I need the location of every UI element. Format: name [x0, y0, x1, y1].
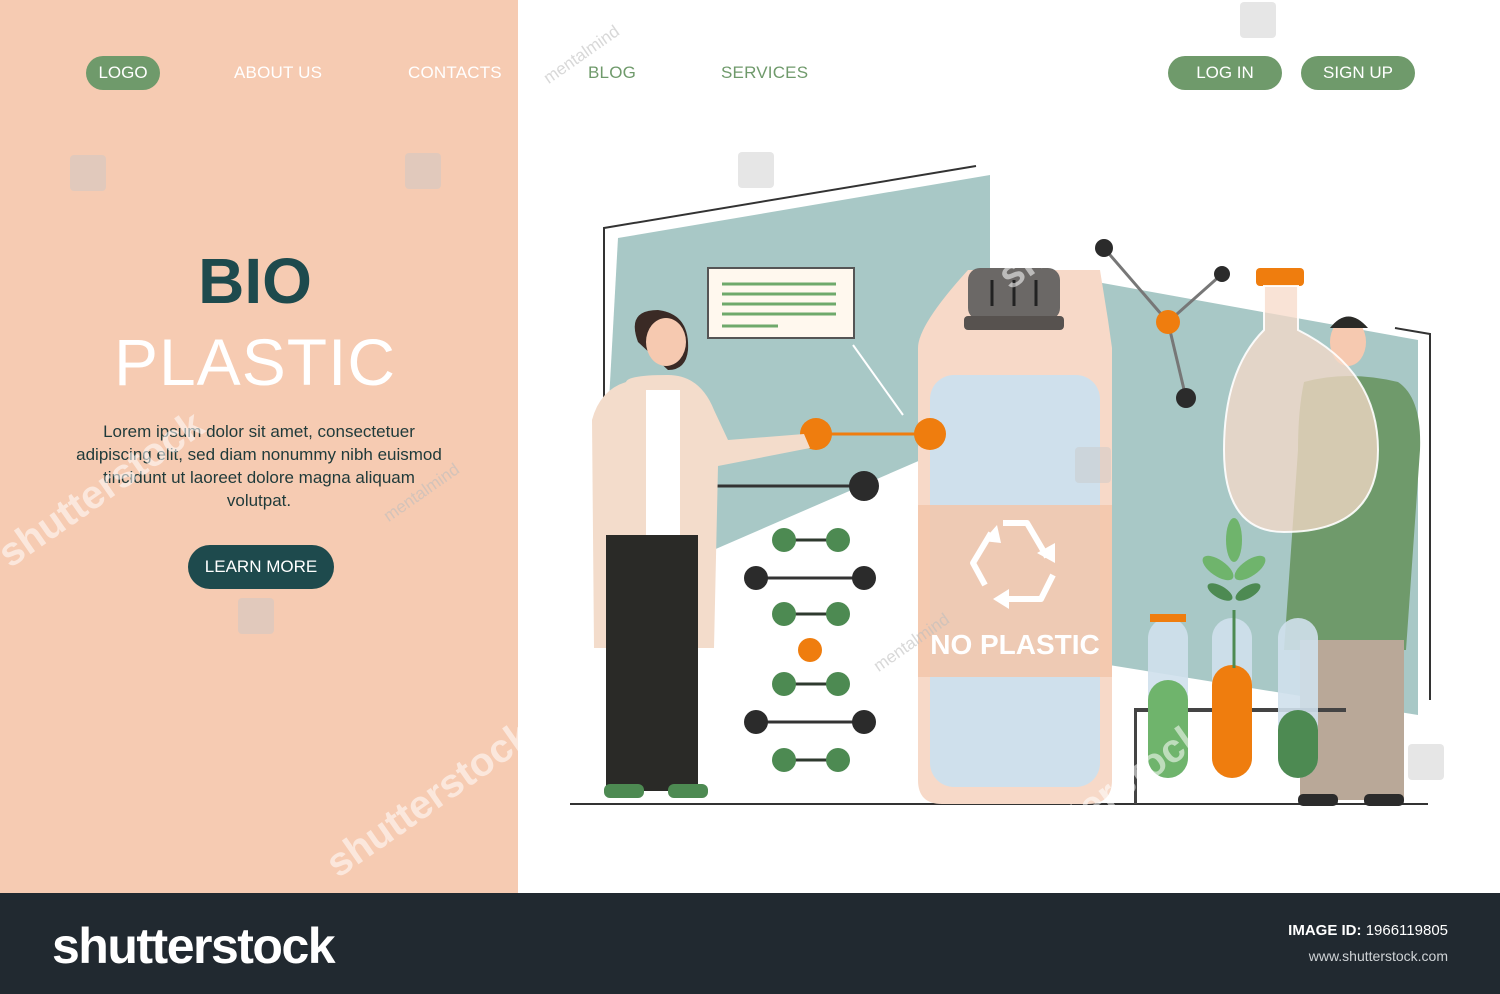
hero-title-plastic: PLASTIC — [113, 325, 397, 399]
bottle — [918, 268, 1112, 804]
watermark-icon — [1408, 744, 1444, 780]
footer-site-url[interactable]: www.shutterstock.com — [1309, 948, 1448, 964]
bioplastic-illustration: NO PLASTIC — [570, 165, 1431, 806]
watermark-icon — [1075, 447, 1111, 483]
signup-button[interactable]: SIGN UP — [1301, 56, 1415, 90]
footer-brand-logo: shutterstock — [52, 918, 336, 974]
nav-about-us[interactable]: ABOUT US — [234, 62, 322, 84]
footer-image-id: IMAGE ID: 1966119805 — [1288, 922, 1448, 939]
nav-contacts[interactable]: CONTACTS — [408, 62, 502, 84]
watermark-icon — [1240, 2, 1276, 38]
nav-blog[interactable]: BLOG — [588, 62, 636, 84]
watermark-icon — [238, 598, 274, 634]
watermark-icon — [70, 155, 106, 191]
login-button[interactable]: LOG IN — [1168, 56, 1282, 90]
bottle-label: NO PLASTIC — [930, 629, 1100, 660]
watermark-icon — [738, 152, 774, 188]
image-id-label: IMAGE ID: — [1288, 922, 1362, 939]
flask-icon — [1222, 268, 1380, 534]
image-id-value: 1966119805 — [1365, 922, 1448, 939]
nav-services[interactable]: SERVICES — [721, 62, 808, 84]
logo-button[interactable]: LOGO — [86, 56, 160, 90]
watermark-icon — [405, 153, 441, 189]
hero-title-bio: BIO — [198, 245, 312, 317]
learn-more-button[interactable]: LEARN MORE — [188, 545, 334, 589]
